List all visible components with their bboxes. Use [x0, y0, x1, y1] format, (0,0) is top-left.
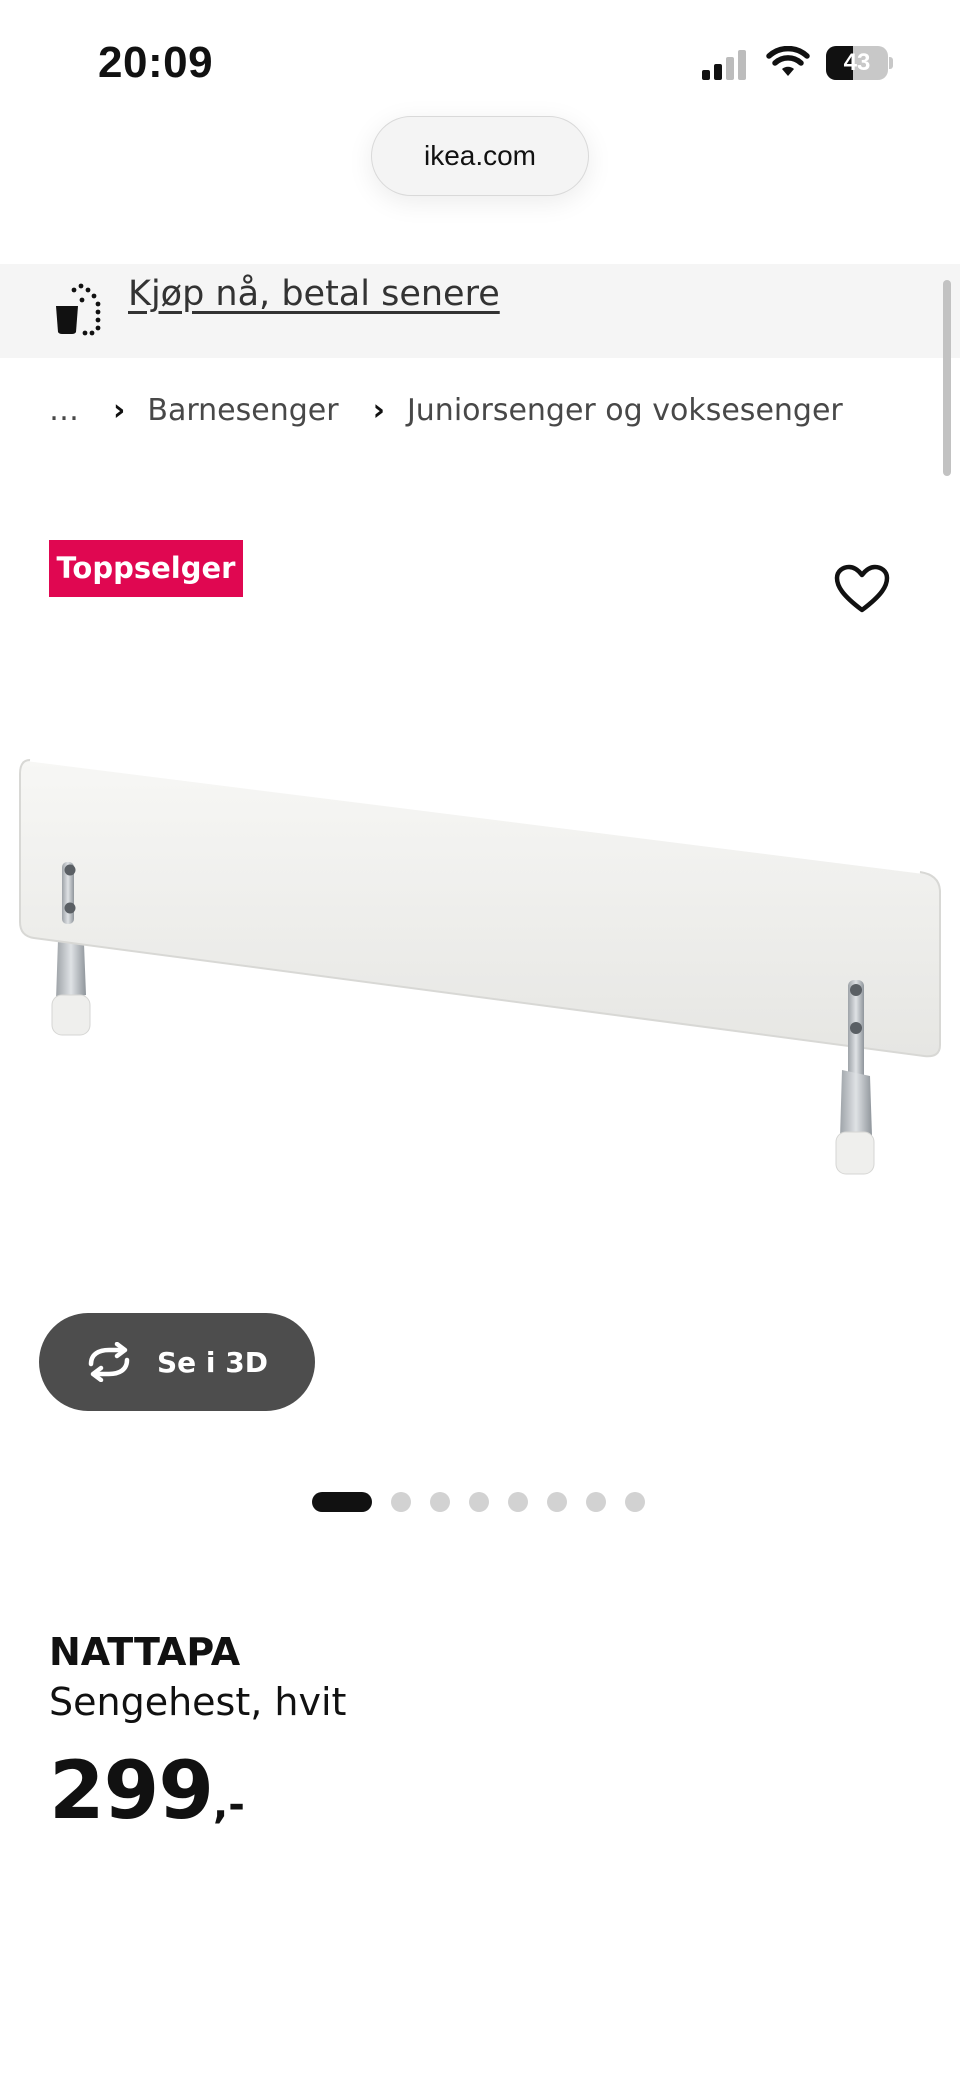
address-bar-url: ikea.com: [423, 140, 537, 171]
product-price: 299,-: [49, 1744, 245, 1837]
breadcrumb-ellipsis[interactable]: …: [49, 393, 79, 428]
bestseller-badge: Toppselger: [49, 540, 243, 597]
battery-level: 43: [843, 49, 871, 76]
breadcrumb: … › Barnesenger › Juniorsenger og vokses…: [49, 388, 843, 432]
promo-banner: Kjøp nå, betal senere: [0, 264, 960, 358]
status-bar: 20:09 43: [0, 0, 960, 110]
gallery-dot[interactable]: [469, 1492, 489, 1512]
gallery-dot[interactable]: [391, 1492, 411, 1512]
battery-icon: 43: [826, 46, 893, 80]
chevron-right-icon: ›: [372, 392, 385, 428]
price-suffix: ,-: [213, 1782, 245, 1828]
breadcrumb-item-juniorsenger[interactable]: Juniorsenger og voksesenger: [407, 393, 843, 428]
price-integer: 299: [49, 1744, 214, 1837]
view-in-3d-label: Se i 3D: [157, 1345, 268, 1379]
installment-bag-icon: [56, 283, 101, 336]
gallery-dot[interactable]: [586, 1492, 606, 1512]
status-time: 20:09: [98, 38, 214, 87]
gallery-dot[interactable]: [312, 1492, 372, 1512]
view-in-3d-button[interactable]: Se i 3D: [39, 1313, 315, 1411]
product-description: Sengehest, hvit: [49, 1680, 347, 1724]
chevron-right-icon: ›: [113, 392, 126, 428]
breadcrumb-item-barnesenger[interactable]: Barnesenger: [147, 393, 338, 428]
rotate-3d-icon: [88, 1342, 130, 1382]
address-bar[interactable]: ikea.com: [371, 116, 589, 196]
buy-now-pay-later-link[interactable]: Kjøp nå, betal senere: [128, 274, 500, 314]
gallery-pagination: [312, 1490, 664, 1514]
gallery-dot[interactable]: [430, 1492, 450, 1512]
wifi-icon: [766, 46, 810, 76]
scrollbar[interactable]: [943, 280, 951, 476]
gallery-dot[interactable]: [508, 1492, 528, 1512]
product-image[interactable]: [0, 740, 960, 1200]
cellular-signal-icon: [702, 50, 746, 80]
gallery-dot[interactable]: [547, 1492, 567, 1512]
gallery-dot[interactable]: [625, 1492, 645, 1512]
favorite-heart-icon[interactable]: [834, 564, 890, 614]
product-name: NATTAPA: [49, 1630, 241, 1674]
